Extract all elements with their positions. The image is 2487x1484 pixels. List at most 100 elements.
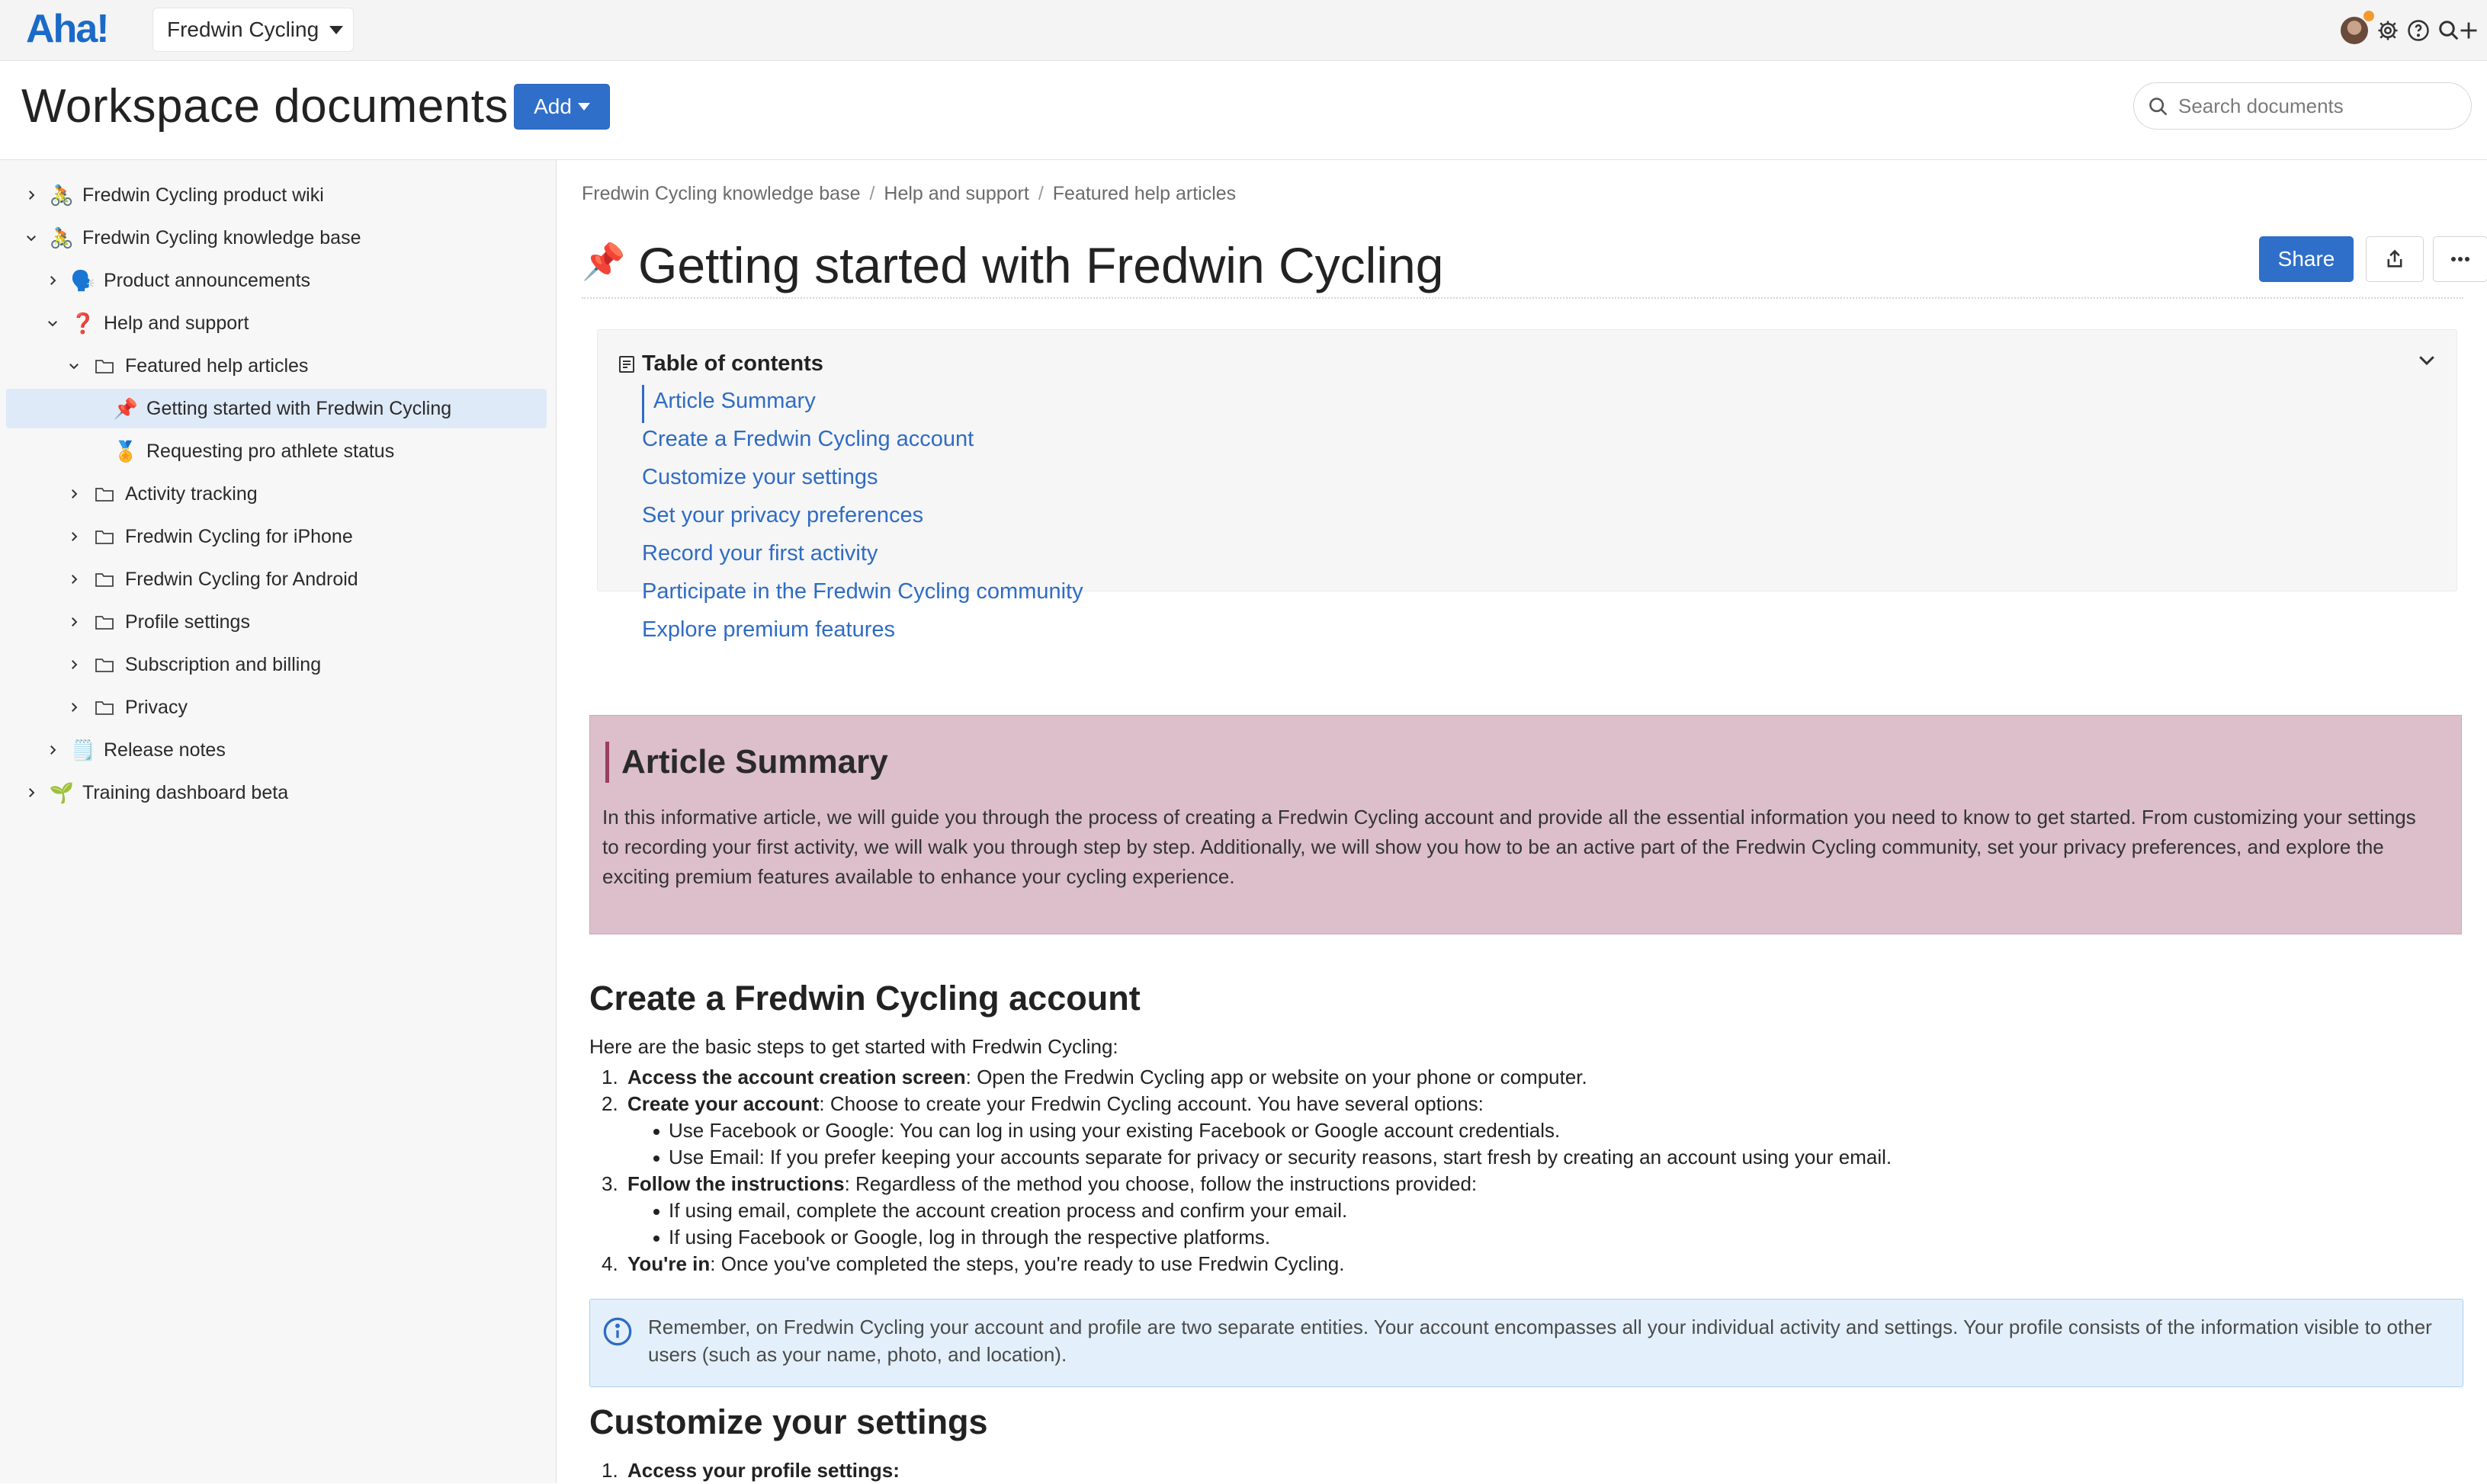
breadcrumb-item[interactable]: Help and support [884,183,1028,205]
chevron-right-icon[interactable] [63,482,85,505]
sidebar-tree-item[interactable]: Fredwin Cycling for iPhone [6,517,547,556]
toc-collapse-toggle[interactable] [2415,348,2438,375]
step-title: Access your profile settings: [627,1459,900,1482]
sidebar-tree-item[interactable]: Fredwin Cycling for Android [6,559,547,599]
folder-icon [91,524,117,550]
sidebar-tree-item[interactable]: 🏅 Requesting pro athlete status [6,431,547,471]
step-number: 2. [602,1092,618,1115]
step-title: Follow the instructions [627,1172,845,1195]
sidebar-item-label: Getting started with Fredwin Cycling [146,397,452,419]
list-item: 1. Access your profile settings: [589,1457,2419,1484]
emoji-icon: 🌱 [49,780,75,804]
chevron-right-icon[interactable] [63,653,85,676]
step-title: Access the account creation screen [627,1066,966,1088]
top-navigation-bar: Aha! Fredwin Cycling [0,0,2487,61]
folder-icon [91,353,117,379]
settings-button[interactable] [2371,14,2405,47]
search-input[interactable] [2178,94,2453,118]
chevron-right-icon[interactable] [41,739,64,761]
aha-logo[interactable]: Aha! [26,6,110,52]
breadcrumb-separator: / [1038,183,1044,204]
sidebar-tree-item[interactable]: 🌱 Training dashboard beta [6,773,547,813]
sidebar-tree-item[interactable]: Subscription and billing [6,645,547,684]
summary-body: In this informative article, we will gui… [602,806,2416,888]
sidebar-tree-item[interactable]: Privacy [6,688,547,727]
toc-link[interactable]: Set your privacy preferences [642,499,1083,537]
sidebar-tree-item[interactable]: 📌 Getting started with Fredwin Cycling [6,389,547,428]
step-number: 1. [602,1066,618,1088]
toc-link[interactable]: Explore premium features [642,614,1083,652]
account-steps-list: 1. Access the account creation screen: Op… [589,1064,2419,1277]
sidebar-tree-item[interactable]: 🗒️ Release notes [6,730,547,770]
document-title[interactable]: Getting started with Fredwin Cycling [638,236,1443,294]
step-number: 1. [602,1459,618,1482]
step-text: : Once you've completed the steps, you'r… [710,1252,1345,1275]
sidebar-tree-item[interactable]: Activity tracking [6,474,547,514]
list-item: 4. You're in: Once you've completed the s… [589,1251,2419,1277]
step-title: You're in [627,1252,711,1275]
toc-link[interactable]: Record your first activity [642,537,1083,575]
search-documents[interactable] [2133,82,2472,130]
share-button[interactable]: Share [2259,236,2354,282]
chevron-down-icon[interactable] [63,354,85,377]
user-avatar-button[interactable] [2338,9,2376,47]
breadcrumb-separator: / [869,183,875,204]
chevron-right-icon[interactable] [63,568,85,591]
add-button[interactable]: Add [514,84,610,130]
list-subitem: If using email, complete the account cre… [589,1197,2419,1224]
sidebar-tree-item[interactable]: Profile settings [6,602,547,642]
sidebar-item-label: Release notes [104,739,226,761]
emoji-icon: 🚴 [49,183,75,207]
export-button[interactable] [2366,236,2424,282]
chevron-down-icon[interactable] [20,226,43,249]
list-item: 3. Follow the instructions: Regardless of… [589,1171,2419,1197]
toc-header: Table of contents [618,351,823,377]
more-options-button[interactable] [2433,236,2487,282]
export-icon [2387,249,2402,268]
workspace-name: Fredwin Cycling [167,18,319,41]
emoji-icon: 🏅 [113,439,139,463]
sidebar-item-label: Featured help articles [125,354,309,377]
sidebar-tree-item[interactable]: Featured help articles [6,346,547,386]
chevron-right-icon[interactable] [63,525,85,548]
chevron-right-icon[interactable] [63,696,85,719]
chevron-right-icon[interactable] [63,611,85,633]
chevron-down-icon [2419,356,2434,366]
step-title: Create your account [627,1092,820,1115]
breadcrumb-item[interactable]: Fredwin Cycling knowledge base [582,183,860,205]
chevron-down-icon[interactable] [41,312,64,335]
sidebar-tree-item[interactable]: 🗣️ Product announcements [6,261,547,300]
search-icon [2149,98,2168,116]
chevron-right-icon[interactable] [20,781,43,804]
folder-icon [91,481,117,507]
more-icon [2451,257,2469,261]
toc-list: Article Summary Create a Fredwin Cycling … [642,385,1083,652]
emoji-icon: 📌 [113,396,139,420]
emoji-icon: 🚴 [49,226,75,249]
sidebar-tree-item[interactable]: 🚴 Fredwin Cycling product wiki [6,175,547,215]
toc-link[interactable]: Participate in the Fredwin Cycling commu… [642,575,1083,614]
folder-icon [91,694,117,720]
sidebar-item-label: Privacy [125,696,188,718]
workspace-switcher[interactable]: Fredwin Cycling [152,8,354,52]
chevron-right-icon[interactable] [20,184,43,207]
section-heading-create-account: Create a Fredwin Cycling account [589,979,1141,1018]
settings-steps-list: 1. Access your profile settings: [589,1457,2419,1484]
chevron-right-icon[interactable] [41,269,64,292]
help-button[interactable] [2402,14,2435,47]
pushpin-icon: 📌 [582,242,626,281]
create-new-button[interactable] [2452,14,2485,47]
document-icon [619,355,634,373]
sidebar-item-label: Profile settings [125,611,250,633]
breadcrumb-item[interactable]: Featured help articles [1053,183,1236,205]
sidebar-tree-item[interactable]: 🚴 Fredwin Cycling knowledge base [6,218,547,258]
folder-icon [91,609,117,635]
toc-link[interactable]: Article Summary [642,385,1083,423]
sidebar-item-label: Training dashboard beta [82,781,289,803]
chevron-down-icon [329,25,344,34]
sidebar-tree-item[interactable]: ❓ Help and support [6,303,547,343]
toc-link[interactable]: Create a Fredwin Cycling account [642,423,1083,461]
folder-icon [91,652,117,678]
toc-link[interactable]: Customize your settings [642,461,1083,499]
sidebar-item-label: Fredwin Cycling knowledge base [82,226,361,248]
